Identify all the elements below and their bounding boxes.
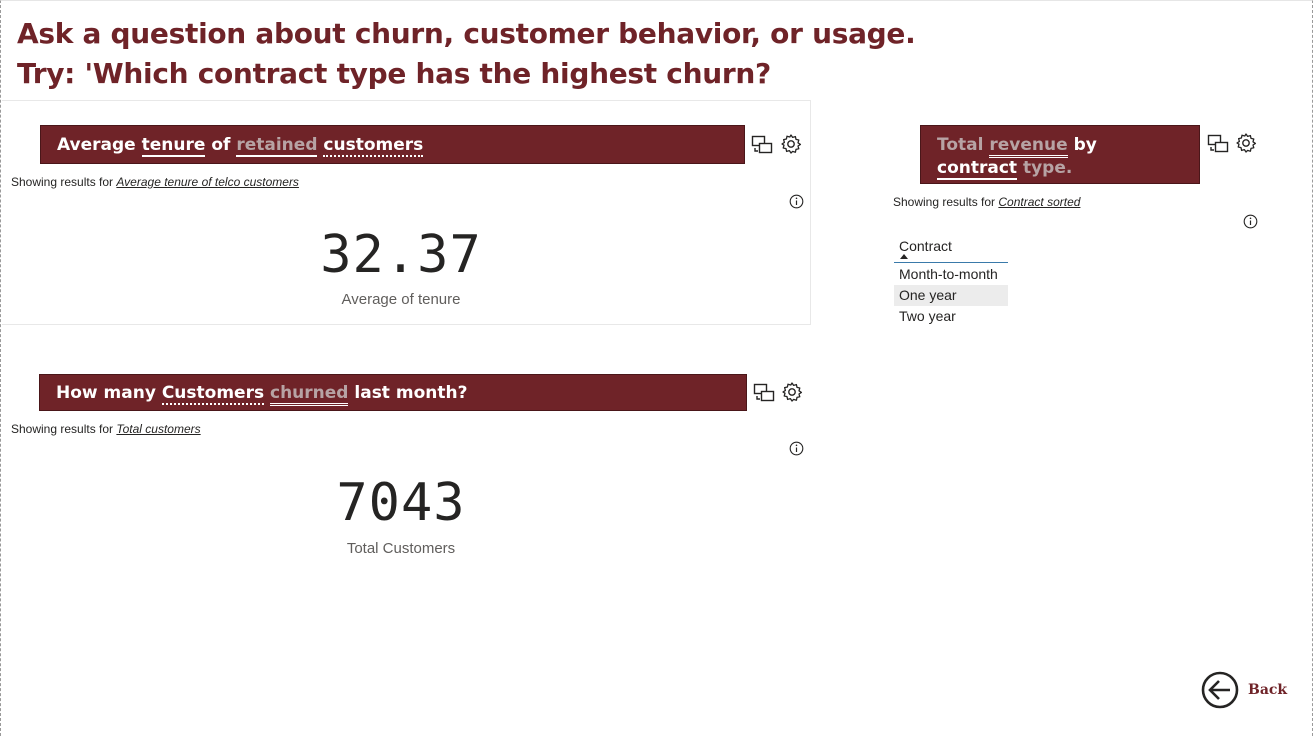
table-column-header-contract[interactable]: Contract [894, 236, 1008, 263]
question-word: last month? [354, 383, 468, 403]
question-word: How many [56, 383, 156, 403]
question-word: type. [1022, 158, 1073, 178]
showing-results-text: Showing results for Average tenure of te… [11, 175, 299, 189]
back-label: Back [1248, 682, 1288, 698]
page-title: Ask a question about churn, customer beh… [17, 14, 916, 94]
table-row[interactable]: Month-to-month [894, 264, 1008, 285]
qa-revenue-question-box[interactable]: Total revenue by contract type. [920, 125, 1200, 184]
table-row[interactable]: One year [894, 285, 1008, 306]
kpi-label: Average of tenure [341, 291, 461, 308]
back-arrow-icon [1201, 671, 1239, 709]
table-cell: One year [899, 287, 957, 303]
sort-ascending-icon [900, 254, 908, 259]
question-word: revenue [989, 135, 1068, 158]
gear-icon[interactable] [780, 133, 802, 155]
kpi-value: 7043 [336, 473, 466, 533]
info-icon[interactable] [789, 194, 804, 209]
question-word: tenure [141, 135, 206, 157]
showing-results-link[interactable]: Contract sorted [998, 195, 1080, 209]
back-button[interactable]: Back [1200, 671, 1290, 711]
info-icon[interactable] [789, 441, 804, 456]
question-word: churned [270, 383, 349, 406]
gear-icon[interactable] [781, 381, 803, 403]
kpi-value: 32.37 [320, 225, 482, 285]
question-word: contract [937, 158, 1018, 180]
showing-results-link[interactable]: Total customers [116, 422, 200, 436]
showing-results-text: Showing results for Contract sorted [893, 195, 1080, 209]
turn-into-visual-icon[interactable] [751, 133, 773, 155]
table-row[interactable]: Two year [894, 306, 1008, 327]
qa-churned-question-box[interactable]: How many Customers churned last month? [39, 374, 747, 411]
question-word: retained [236, 135, 318, 157]
question-word: Average [57, 135, 136, 155]
table-cell: Month-to-month [899, 266, 998, 282]
table-cell: Two year [899, 308, 956, 324]
showing-prefix: Showing results for [11, 422, 114, 436]
kpi-label: Total Customers [346, 540, 456, 557]
showing-results-text: Showing results for Total customers [11, 422, 201, 436]
gear-icon[interactable] [1235, 132, 1257, 154]
question-word: by [1073, 135, 1097, 155]
showing-results-link[interactable]: Average tenure of telco customers [116, 175, 299, 189]
question-word: customers [323, 135, 424, 157]
title-line-2: Try: 'Which contract type has the highes… [17, 57, 771, 90]
column-header-label: Contract [899, 238, 952, 254]
question-word: Total [937, 135, 984, 155]
info-icon[interactable] [1243, 214, 1258, 229]
turn-into-visual-icon[interactable] [753, 381, 775, 403]
question-word: Customers [161, 383, 265, 405]
qa-tenure-question-box[interactable]: Average tenure of retained customers [40, 125, 745, 164]
showing-prefix: Showing results for [893, 195, 996, 209]
question-word: of [211, 135, 231, 155]
title-line-1: Ask a question about churn, customer beh… [17, 17, 916, 50]
showing-prefix: Showing results for [11, 175, 114, 189]
turn-into-visual-icon[interactable] [1207, 132, 1229, 154]
